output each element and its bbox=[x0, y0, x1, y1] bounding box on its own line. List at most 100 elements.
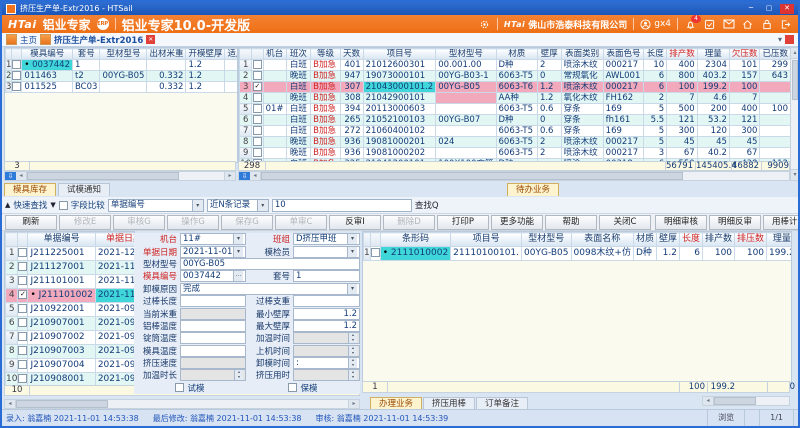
table-cell[interactable]: 936 bbox=[340, 148, 363, 159]
column-header[interactable]: 材质 bbox=[496, 49, 537, 60]
table-cell[interactable]: J211225001 bbox=[28, 247, 95, 261]
table-cell[interactable]: 0098木纹+仿 bbox=[571, 247, 633, 261]
column-header[interactable]: 单据编号 bbox=[28, 233, 95, 247]
toolbar-button-关闭C[interactable]: 关闭C bbox=[599, 215, 651, 230]
table-cell[interactable]: 6 bbox=[644, 71, 667, 82]
table-cell[interactable]: 2 bbox=[537, 60, 561, 71]
table-cell[interactable]: 10 bbox=[644, 60, 667, 71]
table-cell[interactable]: 0 bbox=[537, 115, 561, 126]
table-cell[interactable]: 2021-11-01 bbox=[95, 289, 135, 303]
find-button[interactable]: 查找Q bbox=[415, 199, 439, 211]
minimize-button[interactable]: ─ bbox=[744, 4, 758, 14]
table-row[interactable]: 1J2112250012021-12-25 bbox=[6, 247, 136, 261]
tab-待办业务[interactable]: 待办业务 bbox=[507, 183, 559, 196]
table-cell[interactable] bbox=[263, 126, 286, 137]
row-checkbox[interactable] bbox=[253, 104, 262, 113]
column-header[interactable]: 排压数 bbox=[735, 233, 767, 247]
table-cell[interactable]: B加急 bbox=[311, 71, 341, 82]
toolbar-button-反审I[interactable]: 反审I bbox=[329, 215, 381, 230]
row-checkbox[interactable] bbox=[18, 276, 27, 285]
column-header[interactable]: 理量 bbox=[697, 49, 729, 60]
table-cell[interactable]: 1 bbox=[73, 60, 100, 71]
row-checkbox[interactable] bbox=[253, 126, 262, 135]
table-cell[interactable]: D种 bbox=[633, 247, 656, 261]
table-cell[interactable]: 000217 bbox=[603, 148, 644, 159]
table-row[interactable]: 2晚班B加急9471907300010100YG-B03-16063-T50常规… bbox=[240, 71, 791, 82]
table-cell[interactable]: 20113000603 bbox=[363, 104, 436, 115]
spinner-control[interactable]: ▴▾ bbox=[348, 346, 357, 356]
detail-table-hscrollbar[interactable]: ◂ bbox=[702, 396, 790, 406]
table-cell[interactable] bbox=[263, 71, 286, 82]
form-field-加温时间[interactable]: ▴▾ bbox=[293, 332, 360, 344]
chevron-down-icon[interactable]: ▾ bbox=[233, 247, 243, 257]
table-cell[interactable]: 011525 bbox=[22, 82, 73, 93]
row-checkbox[interactable] bbox=[12, 71, 21, 80]
toolbar-button-更多功能[interactable]: 更多功能 bbox=[491, 215, 543, 230]
tab-模具库存[interactable]: 模具库存 bbox=[4, 183, 56, 196]
table-cell[interactable]: 2021-09-07 bbox=[95, 345, 135, 359]
column-header[interactable]: 已压数 bbox=[760, 49, 791, 60]
table-cell[interactable]: J210907004 bbox=[28, 359, 95, 373]
table-cell[interactable]: 2 bbox=[537, 148, 561, 159]
document-list-hscrollbar[interactable]: ◂ ▸ bbox=[4, 399, 360, 409]
table-cell[interactable]: 100 bbox=[703, 247, 735, 261]
保模-checkbox[interactable] bbox=[288, 383, 297, 392]
table-cell[interactable] bbox=[225, 71, 238, 82]
scroll-left-icon[interactable]: ◂ bbox=[16, 172, 27, 180]
form-field-卸模时间[interactable]: :▴▾ bbox=[293, 357, 360, 369]
table-cell[interactable]: J210907003 bbox=[28, 345, 95, 359]
table-cell[interactable]: 100 bbox=[667, 82, 698, 93]
table-cell[interactable]: 0037442 bbox=[22, 60, 73, 71]
table-cell[interactable]: 晚班 bbox=[286, 137, 311, 148]
试模-checkbox[interactable] bbox=[175, 383, 184, 392]
table-cell[interactable] bbox=[263, 93, 286, 104]
table-row[interactable]: 8J2109070032021-09-07 bbox=[6, 345, 136, 359]
table-cell[interactable]: 6063-T5 bbox=[496, 148, 537, 159]
table-cell[interactable]: 00.001.00 bbox=[436, 60, 496, 71]
table-cell[interactable]: 5.5 bbox=[644, 115, 667, 126]
table-cell[interactable]: 6063-T5 bbox=[496, 137, 537, 148]
table-cell[interactable]: 2111010002 bbox=[380, 247, 450, 261]
table-cell[interactable] bbox=[436, 148, 496, 159]
table-cell[interactable]: 300 bbox=[667, 126, 698, 137]
row-checkbox[interactable]: ✓ bbox=[253, 82, 262, 91]
table-cell[interactable]: 199.2 bbox=[697, 82, 729, 93]
table-row[interactable]: 3011525BC030.3321.2100 bbox=[6, 82, 239, 93]
mail-icon[interactable] bbox=[722, 18, 735, 31]
table-cell[interactable]: J211127001 bbox=[28, 261, 95, 275]
column-header[interactable]: 表面名称 bbox=[571, 233, 633, 247]
table-cell[interactable]: 3 bbox=[644, 148, 667, 159]
column-header[interactable]: 开模壁厚 bbox=[186, 49, 225, 60]
row-checkbox[interactable] bbox=[253, 115, 262, 124]
row-checkbox[interactable] bbox=[253, 93, 262, 102]
table-cell[interactable]: 喷涂木纹 bbox=[561, 60, 603, 71]
table-cell[interactable]: 晚班 bbox=[286, 148, 311, 159]
chevron-down-icon[interactable]: ▾ bbox=[347, 284, 357, 294]
notification-bell-icon[interactable]: 4 bbox=[684, 18, 697, 31]
toolbar-button-明细反审[interactable]: 明细反审 bbox=[709, 215, 761, 230]
scroll-left-icon[interactable]: ◂ bbox=[250, 172, 261, 180]
column-header[interactable]: 条形码 bbox=[380, 233, 450, 247]
maximize-button[interactable]: ▢ bbox=[762, 4, 776, 14]
table-cell[interactable]: 265 bbox=[340, 115, 363, 126]
table-cell[interactable]: 19073000101 bbox=[363, 71, 436, 82]
table-cell[interactable]: J210922001 bbox=[28, 303, 95, 317]
table-cell[interactable]: J211101002 bbox=[28, 289, 95, 303]
table-cell[interactable]: 5 bbox=[644, 126, 667, 137]
table-cell[interactable]: 024 bbox=[436, 137, 496, 148]
row-checkbox[interactable] bbox=[18, 374, 27, 383]
table-cell[interactable]: D种 bbox=[496, 115, 537, 126]
table-cell[interactable]: 45 bbox=[697, 137, 729, 148]
table-cell[interactable]: 21052100103 bbox=[363, 115, 436, 126]
row-checkbox[interactable] bbox=[18, 318, 27, 327]
chevron-down-icon[interactable]: ▾ bbox=[347, 247, 357, 257]
column-header[interactable]: 排产数 bbox=[703, 233, 735, 247]
production-table-vscrollbar[interactable]: ▴ ▾ bbox=[790, 47, 800, 181]
row-checkbox[interactable] bbox=[253, 71, 262, 80]
table-cell[interactable]: 00YG-B05 bbox=[100, 71, 147, 82]
table-row[interactable]: 8晚班B加急936190810002010246063-T52喷涂木纹00021… bbox=[240, 137, 791, 148]
table-cell[interactable]: 1.2 bbox=[537, 82, 561, 93]
table-cell[interactable]: 308 bbox=[340, 93, 363, 104]
table-cell[interactable] bbox=[760, 115, 791, 126]
table-cell[interactable]: 199.2 bbox=[767, 247, 792, 261]
